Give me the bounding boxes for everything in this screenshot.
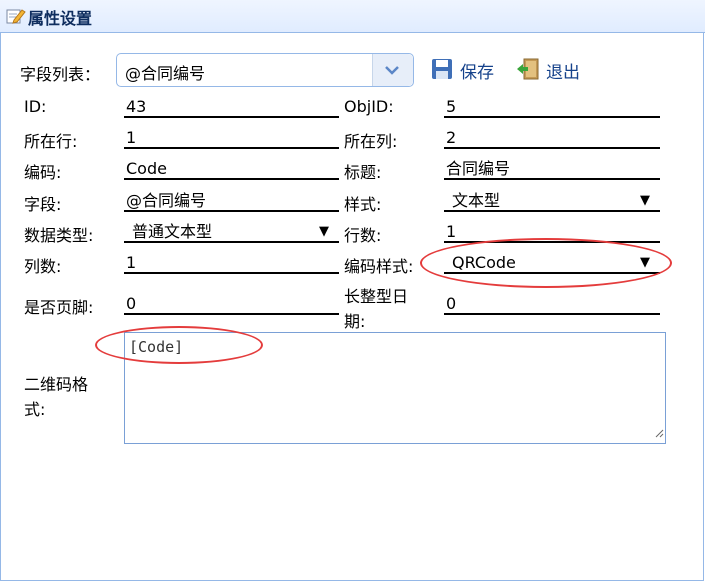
longdate-label-line1: 长整型日 bbox=[344, 287, 409, 306]
chevron-down-icon bbox=[385, 66, 399, 75]
field-list-label: 字段列表： bbox=[20, 65, 101, 84]
datatype-select[interactable]: 普通文本型 ▼ bbox=[124, 221, 339, 243]
style-select[interactable]: 文本型 ▼ bbox=[444, 190, 660, 212]
save-icon[interactable] bbox=[431, 58, 453, 84]
datatype-select-value: 普通文本型 bbox=[132, 222, 213, 241]
footer-field[interactable]: 0 bbox=[124, 293, 339, 315]
style-label: 样式: bbox=[344, 195, 382, 214]
field-field[interactable]: @合同编号 bbox=[124, 190, 339, 212]
id-field[interactable]: 43 bbox=[124, 96, 339, 118]
row-label: 所在行: bbox=[24, 132, 78, 151]
datatype-label: 数据类型: bbox=[24, 226, 94, 245]
field-list-dropdown-button[interactable] bbox=[372, 54, 413, 86]
panel-title: 属性设置 bbox=[28, 9, 93, 28]
resize-grip-icon[interactable] bbox=[654, 424, 664, 442]
longdate-field[interactable]: 0 bbox=[444, 293, 660, 315]
id-label: ID: bbox=[24, 97, 47, 116]
field-list-combobox[interactable]: @合同编号 bbox=[116, 53, 414, 87]
cols-label: 列数: bbox=[24, 257, 62, 276]
codestyle-label: 编码样式: bbox=[344, 257, 414, 276]
objid-label: ObjID: bbox=[344, 97, 394, 116]
longdate-label-line2: 期: bbox=[344, 312, 366, 331]
edit-icon bbox=[6, 7, 26, 25]
highlight-ellipse-codestyle bbox=[420, 238, 672, 288]
style-select-value: 文本型 bbox=[452, 191, 501, 210]
code-label: 编码: bbox=[24, 163, 62, 182]
dropdown-arrow-icon: ▼ bbox=[640, 193, 650, 208]
highlight-ellipse-qrformat bbox=[95, 326, 263, 364]
rows-label: 行数: bbox=[344, 226, 382, 245]
field-label: 字段: bbox=[24, 195, 62, 214]
qrformat-label-line2: 式: bbox=[24, 400, 46, 419]
dropdown-arrow-icon: ▼ bbox=[319, 224, 329, 239]
column-field[interactable]: 2 bbox=[444, 127, 660, 149]
exit-button[interactable]: 退出 bbox=[546, 58, 580, 83]
exit-icon[interactable] bbox=[516, 58, 540, 84]
column-label: 所在列: bbox=[344, 132, 398, 151]
save-button[interactable]: 保存 bbox=[460, 58, 494, 83]
qrformat-label-line1: 二维码格 bbox=[24, 375, 89, 394]
field-list-value: @合同编号 bbox=[125, 64, 206, 83]
row-field[interactable]: 1 bbox=[124, 127, 339, 149]
code-field[interactable]: Code bbox=[124, 158, 339, 180]
footer-label: 是否页脚: bbox=[24, 298, 94, 317]
objid-field[interactable]: 5 bbox=[444, 96, 660, 118]
title-label: 标题: bbox=[344, 163, 382, 182]
panel-header: 属性设置 bbox=[0, 0, 705, 33]
cols-field[interactable]: 1 bbox=[124, 252, 339, 274]
title-field[interactable]: 合同编号 bbox=[444, 158, 660, 180]
